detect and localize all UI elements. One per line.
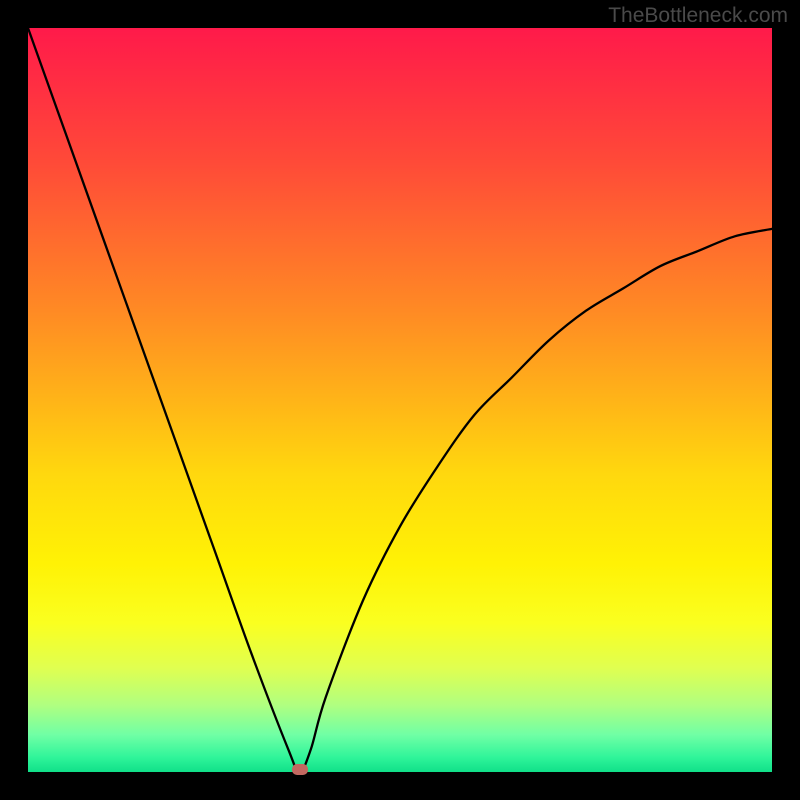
watermark-text: TheBottleneck.com bbox=[608, 4, 788, 28]
bottleneck-curve bbox=[28, 28, 772, 772]
minimum-marker bbox=[292, 764, 308, 775]
chart-frame bbox=[28, 28, 772, 772]
